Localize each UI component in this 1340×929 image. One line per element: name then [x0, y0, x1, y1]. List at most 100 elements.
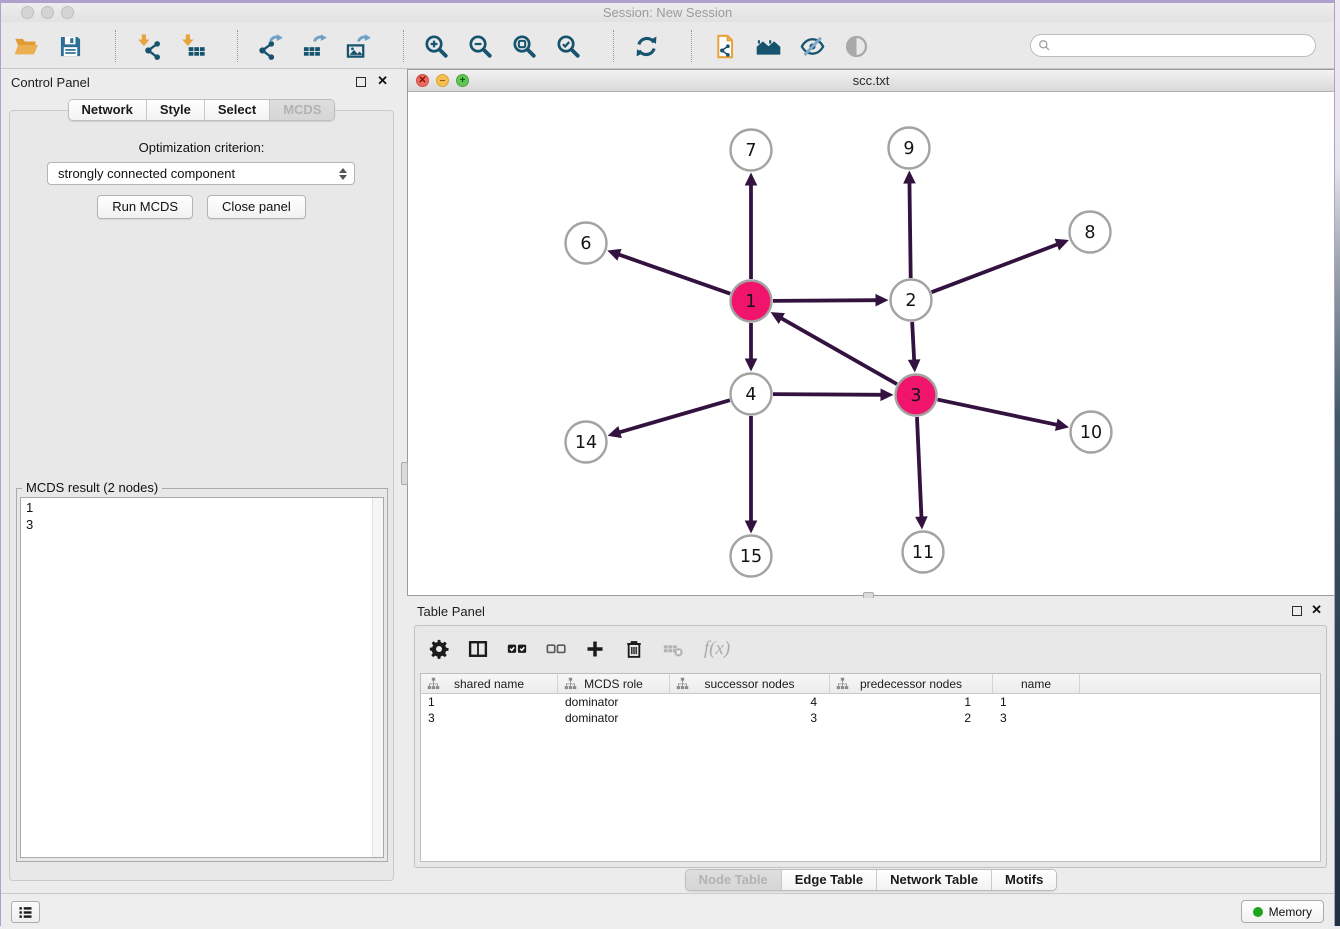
edge-4-to-15[interactable] [745, 416, 758, 534]
edge-3-to-10[interactable] [938, 400, 1069, 431]
open-file-button[interactable] [11, 31, 41, 61]
edge-1-to-6[interactable] [607, 249, 730, 294]
table-cell[interactable]: 1 [421, 694, 558, 710]
mcds-result-textarea[interactable]: 1 3 [20, 497, 384, 858]
control-tab-network[interactable]: Network [69, 100, 147, 120]
table-options-button[interactable] [427, 637, 451, 661]
table-cell[interactable]: 3 [670, 710, 830, 726]
zoom-in-button[interactable] [421, 31, 451, 61]
clear-all-checks-button[interactable] [544, 637, 568, 661]
graph-node-15[interactable]: 15 [731, 536, 772, 577]
graph-node-10[interactable]: 10 [1071, 412, 1112, 453]
select-stepper-icon [337, 166, 348, 182]
edge-3-to-1[interactable] [771, 312, 897, 384]
show-columns-button[interactable] [466, 637, 490, 661]
run-mcds-button[interactable]: Run MCDS [97, 195, 193, 219]
graph-node-8[interactable]: 8 [1070, 212, 1111, 253]
control-tab-mcds[interactable]: MCDS [270, 100, 334, 120]
zoom-fit-button[interactable] [509, 31, 539, 61]
export-table-icon [301, 33, 328, 60]
column-header-name[interactable]: name [993, 674, 1080, 693]
column-header-shared-name[interactable]: shared name [421, 674, 558, 693]
save-session-button[interactable] [55, 31, 85, 61]
export-network-button[interactable] [255, 31, 285, 61]
graph-node-11[interactable]: 11 [903, 532, 944, 573]
delete-row-button[interactable] [622, 637, 646, 661]
panel-list-button[interactable] [11, 901, 40, 923]
table-cell[interactable]: dominator [558, 694, 670, 710]
close-panel-button[interactable]: Close panel [207, 195, 306, 219]
duplicate-network-button[interactable] [709, 31, 739, 61]
table-cell[interactable]: 3 [421, 710, 558, 726]
import-table-icon [179, 33, 206, 60]
zoom-selected-button[interactable] [553, 31, 583, 61]
close-panel-icon[interactable]: ✕ [377, 73, 388, 89]
graph-node-7[interactable]: 7 [731, 130, 772, 171]
table-cell[interactable]: 2 [830, 710, 993, 726]
add-row-button[interactable] [583, 637, 607, 661]
column-header-MCDS-role[interactable]: MCDS role [558, 674, 670, 693]
edge-2-to-3[interactable] [908, 322, 921, 373]
graph-node-3[interactable]: 3 [896, 375, 937, 416]
network-window-titlebar[interactable]: ✕ – + scc.txt [408, 70, 1334, 92]
table-cell[interactable]: dominator [558, 710, 670, 726]
table-tab-node-table[interactable]: Node Table [686, 870, 782, 890]
graph-node-9[interactable]: 9 [889, 128, 930, 169]
table-cell[interactable]: 4 [670, 694, 830, 710]
svg-text:3: 3 [910, 386, 921, 406]
delete-table-button[interactable] [661, 637, 685, 661]
import-table-button[interactable] [177, 31, 207, 61]
network-canvas[interactable]: 7 9 6 8 1 2 4 3 14 10 15 11 [408, 92, 1334, 595]
export-image-button[interactable] [343, 31, 373, 61]
toolbar-separator [613, 30, 614, 62]
graph-node-6[interactable]: 6 [566, 223, 607, 264]
control-tab-style[interactable]: Style [147, 100, 205, 120]
export-table-button[interactable] [299, 31, 329, 61]
table-cell[interactable]: 1 [830, 694, 993, 710]
function-builder-button[interactable]: f(x) [700, 637, 734, 661]
edge-1-to-2[interactable] [773, 294, 889, 307]
show-all-button[interactable] [841, 31, 871, 61]
graph-node-4[interactable]: 4 [731, 374, 772, 415]
edge-1-to-4[interactable] [745, 323, 758, 372]
edge-4-to-3[interactable] [773, 388, 894, 401]
search-input[interactable] [1051, 37, 1315, 55]
duplicate-network-icon [711, 33, 738, 60]
edge-2-to-9[interactable] [903, 170, 916, 278]
edge-4-to-14[interactable] [608, 400, 730, 438]
desktop-edge [1334, 0, 1340, 926]
hide-selected-button[interactable] [797, 31, 827, 61]
edge-3-to-11[interactable] [915, 417, 928, 530]
table-float-panel-icon[interactable] [1292, 606, 1302, 616]
first-neighbors-button[interactable] [753, 31, 783, 61]
table-cell[interactable]: 3 [993, 710, 1080, 726]
graph-node-1[interactable]: 1 [731, 281, 772, 322]
column-hierarchy-icon [427, 677, 440, 690]
optimization-criterion-select[interactable]: strongly connected component [47, 162, 355, 185]
edge-1-to-7[interactable] [745, 173, 758, 280]
table-tab-edge-table[interactable]: Edge Table [782, 870, 877, 890]
column-header-successor-nodes[interactable]: successor nodes [670, 674, 830, 693]
table-tab-network-table[interactable]: Network Table [877, 870, 992, 890]
float-panel-icon[interactable] [356, 77, 366, 87]
search-field[interactable] [1030, 34, 1316, 57]
table-row[interactable]: 1dominator411 [421, 694, 1320, 710]
column-header-predecessor-nodes[interactable]: predecessor nodes [830, 674, 993, 693]
edge-2-to-8[interactable] [932, 239, 1069, 292]
import-network-button[interactable] [133, 31, 163, 61]
vertical-splitter-handle[interactable] [401, 462, 408, 485]
network-window-title: scc.txt [408, 73, 1334, 88]
control-tab-select[interactable]: Select [205, 100, 270, 120]
graph-node-2[interactable]: 2 [891, 280, 932, 321]
svg-text:4: 4 [745, 385, 756, 405]
table-cell[interactable]: 1 [993, 694, 1080, 710]
apply-layout-button[interactable] [631, 31, 661, 61]
result-scrollbar[interactable] [372, 498, 383, 857]
graph-node-14[interactable]: 14 [566, 422, 607, 463]
table-close-panel-icon[interactable]: ✕ [1311, 602, 1322, 618]
select-all-checks-button[interactable] [505, 637, 529, 661]
zoom-out-button[interactable] [465, 31, 495, 61]
memory-button[interactable]: Memory [1241, 900, 1324, 923]
table-tab-motifs[interactable]: Motifs [992, 870, 1056, 890]
table-row[interactable]: 3dominator323 [421, 710, 1320, 726]
